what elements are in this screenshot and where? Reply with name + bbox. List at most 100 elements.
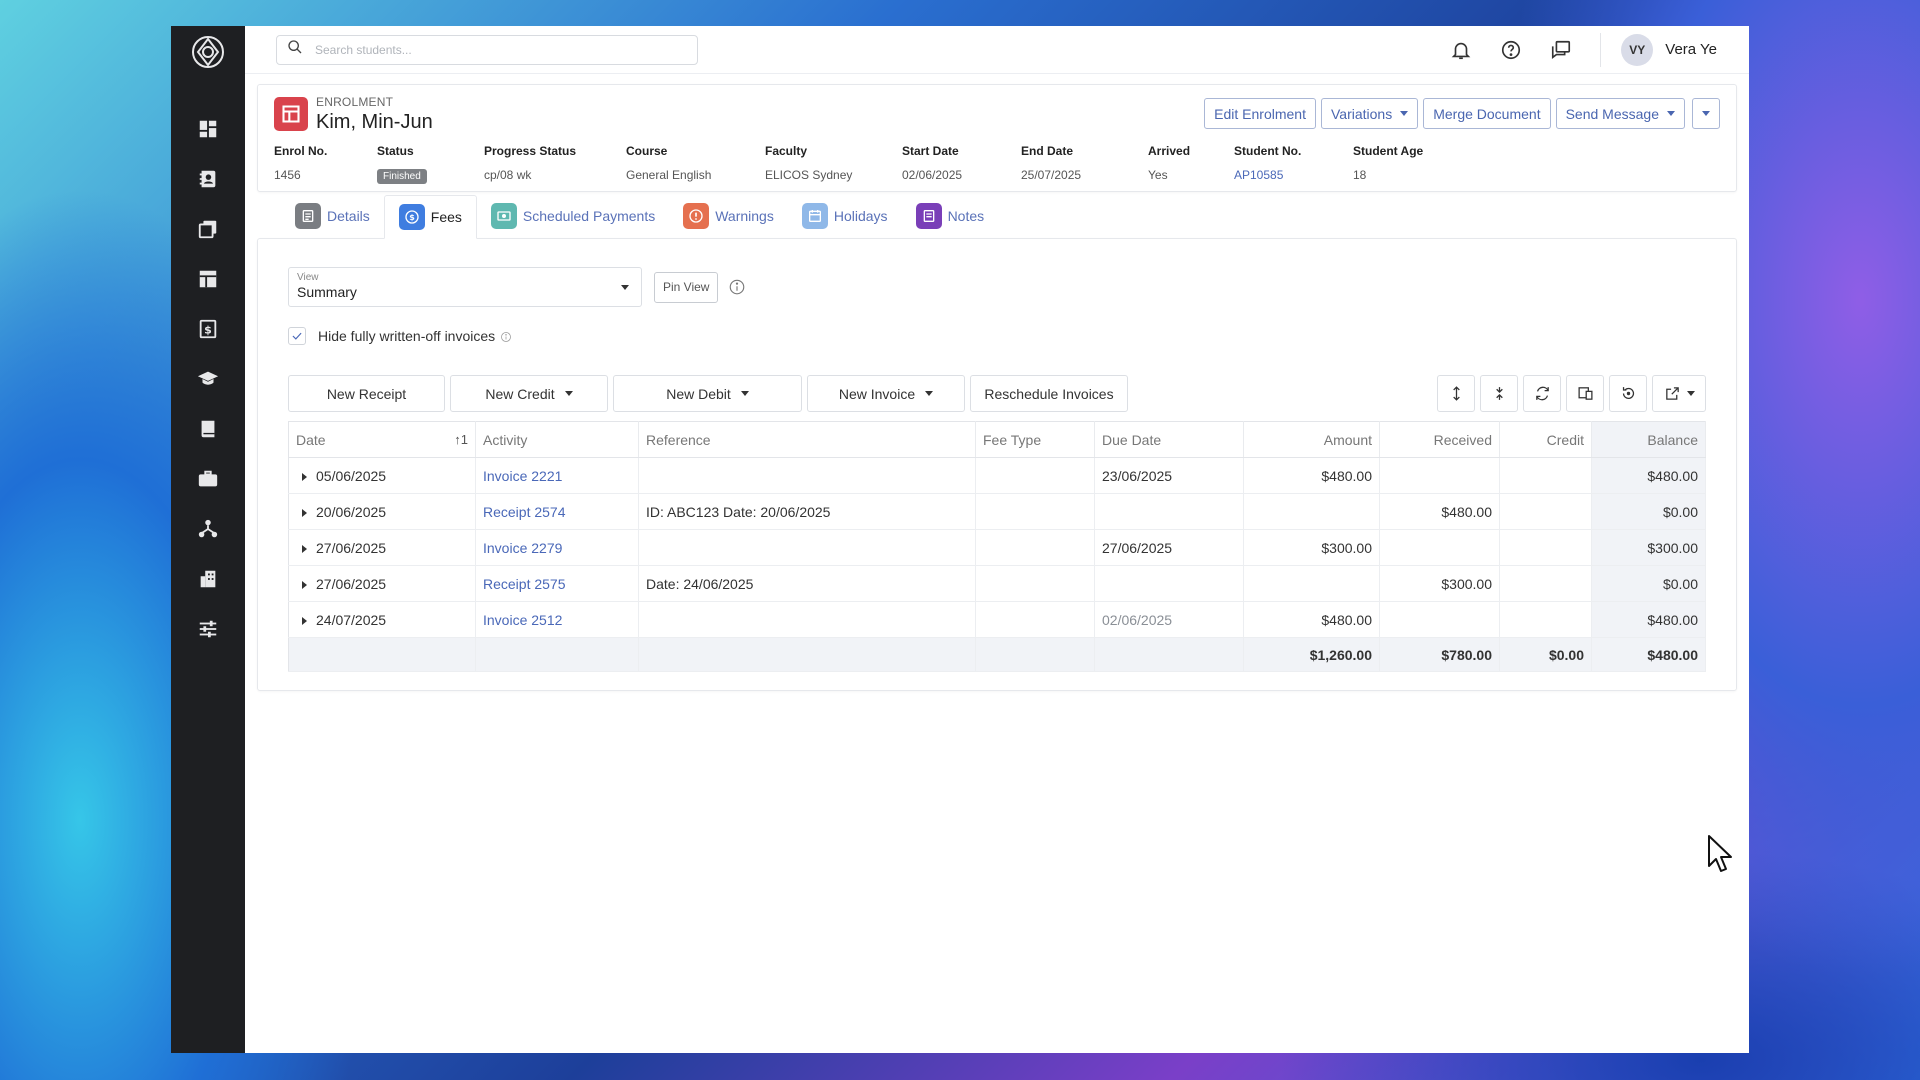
total-received: $780.00 [1379, 637, 1500, 672]
merge-document-label: Merge Document [1433, 105, 1541, 122]
settings-sliders-icon[interactable] [190, 611, 226, 647]
activity-link[interactable]: Invoice 2512 [483, 612, 562, 628]
chevron-down-icon [925, 391, 934, 396]
table-row[interactable]: 27/06/2025 Receipt 2575 Date: 24/06/2025… [288, 565, 1706, 602]
finance-icon[interactable]: $ [190, 311, 226, 347]
expand-row-icon[interactable] [302, 580, 307, 589]
pin-view-button[interactable]: Pin View [654, 271, 719, 303]
row-reference [638, 457, 976, 494]
expand-row-icon[interactable] [302, 616, 307, 625]
export-button[interactable] [1652, 375, 1706, 412]
content: ENROLMENT Kim, Min-Jun Edit Enrolment Va… [245, 74, 1749, 1053]
table-row[interactable]: 05/06/2025 Invoice 2221 23/06/2025 $480.… [288, 457, 1706, 494]
user-name[interactable]: Vera Ye [1665, 41, 1717, 58]
row-due-date [1094, 565, 1244, 602]
more-actions-button[interactable] [1692, 98, 1720, 129]
activity-link[interactable]: Receipt 2575 [483, 576, 566, 592]
columns-icon[interactable] [1566, 375, 1604, 412]
tab-warnings-label: Warnings [715, 208, 774, 224]
search-box[interactable] [276, 34, 698, 65]
bell-icon[interactable] [1448, 37, 1474, 63]
send-message-button[interactable]: Send Message [1555, 98, 1685, 129]
dashboard-icon[interactable] [190, 111, 226, 147]
search-input[interactable] [315, 42, 675, 57]
tab-holidays[interactable]: Holidays [788, 194, 902, 238]
new-credit-button[interactable]: New Credit [450, 375, 608, 412]
avatar[interactable]: VY [1621, 33, 1654, 66]
messages-icon[interactable] [1548, 37, 1574, 63]
row-reference [638, 529, 976, 566]
svg-text:$: $ [409, 213, 415, 222]
row-received [1379, 529, 1500, 566]
tab-warnings[interactable]: Warnings [669, 194, 788, 238]
activity-link[interactable]: Invoice 2279 [483, 540, 562, 556]
book-icon[interactable] [190, 411, 226, 447]
table-header-row: Date ↑1 Activity Reference Fee Type Due D… [288, 421, 1706, 458]
contacts-icon[interactable] [190, 161, 226, 197]
variations-button[interactable]: Variations [1320, 98, 1419, 129]
new-debit-button[interactable]: New Debit [613, 375, 802, 412]
info-icon[interactable] [500, 330, 512, 342]
tab-scheduled-payments[interactable]: Scheduled Payments [477, 194, 669, 238]
sidebar: $ [171, 26, 245, 1053]
column-fee-type[interactable]: Fee Type [975, 421, 1095, 458]
expand-row-icon[interactable] [302, 508, 307, 517]
table-row[interactable]: 20/06/2025 Receipt 2574 ID: ABC123 Date:… [288, 493, 1706, 530]
row-balance: $0.00 [1591, 493, 1706, 530]
merge-document-button[interactable]: Merge Document [1423, 98, 1551, 129]
column-activity[interactable]: Activity [475, 421, 639, 458]
enrolment-icon[interactable] [190, 261, 226, 297]
new-receipt-button[interactable]: New Receipt [288, 375, 445, 412]
hide-written-off-label[interactable]: Hide fully written-off invoices [318, 328, 495, 344]
table-row[interactable]: 24/07/2025 Invoice 2512 02/06/2025 $480.… [288, 601, 1706, 638]
activity-link[interactable]: Receipt 2574 [483, 504, 566, 520]
expand-row-icon[interactable] [302, 544, 307, 553]
column-date[interactable]: Date ↑1 [288, 421, 476, 458]
help-icon[interactable] [1498, 37, 1524, 63]
enrolment-fields: Enrol No. 1456 Status Finished Progress St… [274, 144, 1720, 184]
enrolment-actions: Edit Enrolment Variations Merge Document… [1204, 98, 1720, 129]
arrived-label: Arrived [1148, 144, 1191, 158]
activity-link[interactable]: Invoice 2221 [483, 468, 562, 484]
column-amount[interactable]: Amount [1243, 421, 1380, 458]
tab-details[interactable]: Details [281, 194, 384, 238]
expand-row-icon[interactable] [302, 472, 307, 481]
column-received[interactable]: Received [1379, 421, 1500, 458]
sort-ascending-icon[interactable]: ↑1 [454, 432, 468, 447]
edit-enrolment-button[interactable]: Edit Enrolment [1204, 98, 1316, 129]
network-icon[interactable] [190, 511, 226, 547]
info-icon[interactable] [728, 278, 746, 296]
table-row[interactable]: 27/06/2025 Invoice 2279 27/06/2025 $300.… [288, 529, 1706, 566]
tab-fees[interactable]: $ Fees [383, 195, 477, 239]
student-no-link[interactable]: AP10585 [1234, 168, 1283, 182]
column-credit[interactable]: Credit [1499, 421, 1592, 458]
briefcase-icon[interactable] [190, 461, 226, 497]
documents-icon[interactable] [190, 211, 226, 247]
reset-icon[interactable] [1609, 375, 1647, 412]
column-reference[interactable]: Reference [638, 421, 976, 458]
row-amount [1243, 565, 1380, 602]
row-received [1379, 601, 1500, 638]
row-due-date: 02/06/2025 [1094, 601, 1244, 638]
expand-all-icon[interactable] [1437, 375, 1475, 412]
reschedule-invoices-button[interactable]: Reschedule Invoices [970, 375, 1128, 412]
view-select[interactable]: View Summary [288, 267, 642, 307]
status-label: Status [377, 144, 414, 158]
topbar: VY Vera Ye [245, 26, 1749, 74]
fees-toolbar: New Receipt New Credit New Debit New Inv… [288, 375, 1706, 412]
column-balance[interactable]: Balance [1591, 421, 1706, 458]
graduation-icon[interactable] [190, 361, 226, 397]
column-due-date[interactable]: Due Date [1094, 421, 1244, 458]
hide-written-off-checkbox[interactable] [288, 327, 306, 345]
new-invoice-button[interactable]: New Invoice [807, 375, 965, 412]
collapse-all-icon[interactable] [1480, 375, 1518, 412]
refresh-icon[interactable] [1523, 375, 1561, 412]
tab-notes[interactable]: Notes [902, 194, 999, 238]
progress-status-value: cp/08 wk [484, 168, 532, 182]
course-label: Course [626, 144, 668, 158]
row-received: $300.00 [1379, 565, 1500, 602]
export-icon [1664, 385, 1681, 402]
app-window: $ VY Vera Ye [171, 26, 1749, 1053]
building-icon[interactable] [190, 561, 226, 597]
app-logo-icon[interactable] [188, 32, 228, 72]
